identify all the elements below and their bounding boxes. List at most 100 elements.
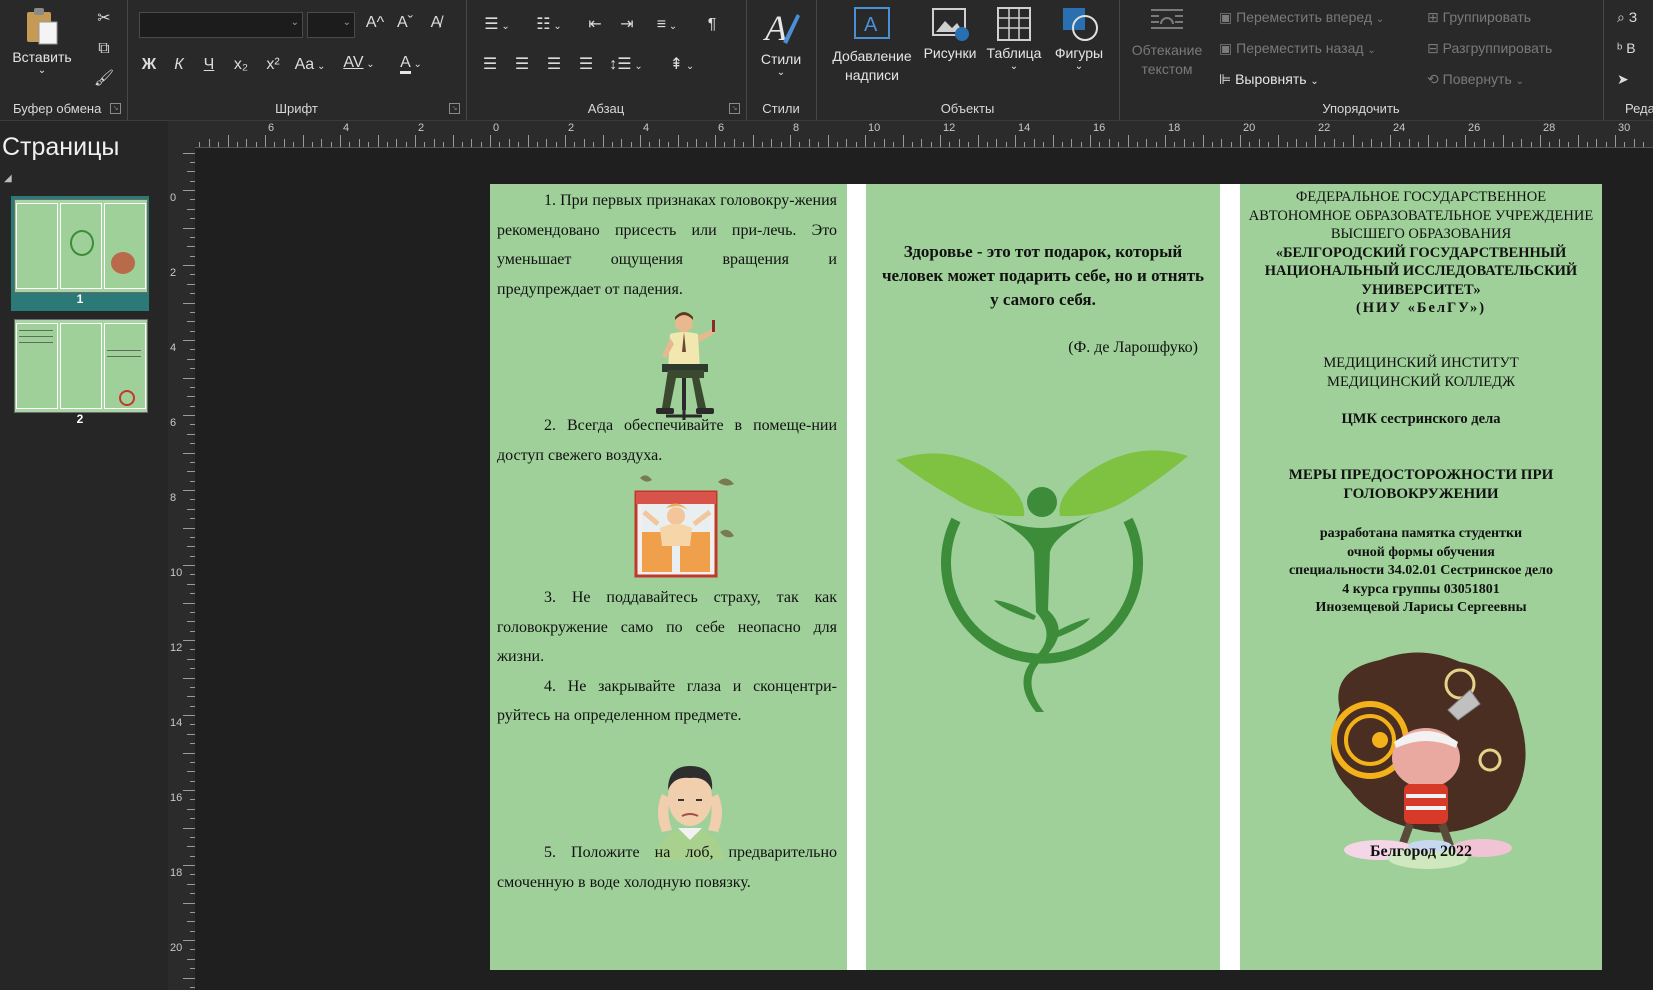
clear-format-icon[interactable]: A̸ bbox=[423, 12, 449, 34]
textbox-button[interactable]: A Добавление надписи bbox=[826, 6, 918, 85]
ruler-tick bbox=[183, 790, 195, 791]
font-size-combo[interactable]: ⌄ bbox=[307, 12, 355, 38]
ruler-label: 2 bbox=[418, 122, 425, 134]
shrink-font-button[interactable]: Aˇ bbox=[392, 12, 418, 34]
group-button[interactable]: ⊞ Группировать bbox=[1427, 6, 1597, 28]
font-launcher-icon[interactable]: ↘ bbox=[449, 103, 460, 114]
ruler-tick bbox=[1427, 135, 1429, 147]
author-line-3: специальности 34.02.01 Сестринское дело bbox=[1288, 563, 1554, 578]
copy-icon[interactable]: ⧉ bbox=[92, 38, 116, 60]
ruler-tick bbox=[1530, 142, 1532, 147]
bring-forward-button[interactable]: ▣ Переместить вперед ⌄ bbox=[1219, 6, 1419, 31]
columns-icon[interactable]: ≡ ⌄ bbox=[648, 14, 686, 38]
ruler-tick bbox=[187, 958, 195, 960]
line-spacing-icon[interactable]: ↕☰ ⌄ bbox=[606, 54, 646, 78]
page-number-2: 2 bbox=[76, 412, 84, 426]
grow-font-button[interactable]: A^ bbox=[362, 12, 388, 34]
ruler-tick bbox=[1502, 135, 1504, 147]
wrap-text-button[interactable]: Обтекание текстом bbox=[1127, 6, 1207, 79]
bold-button[interactable]: Ж bbox=[137, 54, 161, 76]
ruler-tick bbox=[187, 508, 195, 510]
format-painter-icon[interactable]: 🖌 bbox=[92, 68, 116, 90]
brochure-middle-panel[interactable]: Здоровье - это тот подарок, который чело… bbox=[866, 184, 1220, 970]
ruler-label: 6 bbox=[718, 122, 725, 134]
ruler-tick bbox=[574, 142, 576, 147]
ruler-tick bbox=[649, 142, 651, 147]
align-left-icon[interactable]: ☰ bbox=[478, 54, 502, 76]
collapse-triangle-icon[interactable]: ◢ bbox=[4, 173, 12, 184]
table-button[interactable]: Таблица ⌄ bbox=[982, 6, 1046, 72]
ruler-tick bbox=[771, 139, 773, 147]
horizontal-ruler[interactable]: 6 4 2 0 2 4 6 8 10 12 14 16 18 20 22 24 26 28 30 bbox=[195, 121, 1653, 148]
author-line-2: очной формы обучения bbox=[1347, 544, 1495, 560]
ruler-tick bbox=[190, 368, 195, 370]
ruler-tick bbox=[386, 142, 388, 147]
brochure-right-panel[interactable]: ФЕДЕРАЛЬНОЕ ГОСУДАРСТВЕННОЕ АВТОНОМНОЕ О… bbox=[1240, 184, 1602, 970]
italic-button[interactable]: К bbox=[167, 54, 191, 76]
ruler-tick bbox=[190, 686, 195, 688]
align-center-icon[interactable]: ☰ bbox=[510, 54, 534, 76]
page-thumbnail-1-selected[interactable]: 1 bbox=[11, 196, 149, 311]
select-button[interactable]: ➤ bbox=[1617, 68, 1653, 90]
change-case-button[interactable]: Aa ⌄ bbox=[291, 54, 329, 78]
ruler-tick bbox=[187, 771, 195, 773]
brochure-title: МЕРЫ ПРЕДОСТОРОЖНОСТИ ПРИ ГОЛОВОКРУЖЕНИИ bbox=[1288, 467, 1554, 502]
underline-button[interactable]: Ч bbox=[197, 54, 221, 76]
vertical-ruler[interactable]: 0 2 4 6 8 10 12 14 16 18 20 bbox=[168, 147, 195, 990]
justify-icon[interactable]: ☰ bbox=[574, 54, 598, 76]
bullets-icon[interactable]: ☰ ⌄ bbox=[478, 14, 516, 38]
superscript-button[interactable]: x² bbox=[259, 54, 287, 76]
ruler-tick bbox=[1586, 142, 1588, 147]
ruler-tick bbox=[190, 593, 195, 595]
ruler-tick bbox=[940, 135, 941, 147]
pilcrow-icon[interactable]: ¶ bbox=[700, 14, 724, 36]
ruler-tick bbox=[490, 135, 491, 147]
ruler-tick bbox=[199, 142, 201, 147]
ruler-tick bbox=[640, 135, 641, 147]
numbering-icon[interactable]: ☷ ⌄ bbox=[530, 14, 568, 38]
ruler-tick bbox=[183, 227, 195, 229]
ruler-label: 4 bbox=[170, 342, 177, 354]
clipboard-launcher-icon[interactable]: ↘ bbox=[110, 103, 121, 114]
document-page[interactable]: 1. При первых признаках головокру-жения … bbox=[490, 184, 1602, 970]
replace-button[interactable]: ᵇ В bbox=[1617, 37, 1653, 59]
paragraph-spacing-icon[interactable]: ⇞ ⌄ bbox=[662, 54, 702, 78]
ruler-tick bbox=[190, 668, 195, 670]
ruler-tick bbox=[968, 142, 970, 147]
styles-button[interactable]: A Стили ⌄ bbox=[750, 6, 812, 78]
subscript-button[interactable]: x₂ bbox=[227, 54, 255, 76]
ruler-tick bbox=[1315, 135, 1316, 147]
ruler-tick bbox=[190, 255, 195, 257]
thumb-no-sign-icon bbox=[119, 390, 135, 406]
ruler-tick bbox=[1643, 142, 1645, 147]
decrease-indent-icon[interactable]: ⇤ bbox=[582, 14, 608, 36]
align-right-icon[interactable]: ☰ bbox=[542, 54, 566, 76]
page-thumbnail-2-item[interactable]: 2 bbox=[11, 316, 149, 431]
ruler-tick bbox=[686, 142, 688, 147]
find-button[interactable]: ⌕ З bbox=[1617, 6, 1653, 28]
ruler-tick bbox=[183, 152, 195, 154]
ungroup-icon: ⊟ bbox=[1427, 40, 1439, 56]
rotate-button[interactable]: ⟲ Повернуть ⌄ bbox=[1427, 68, 1597, 93]
thumb-image-icon bbox=[111, 252, 135, 274]
ruler-tick bbox=[187, 246, 195, 248]
font-color-button[interactable]: A ⌄ bbox=[391, 52, 431, 76]
paste-button[interactable]: Вставить ⌄ bbox=[10, 6, 74, 76]
pictures-button[interactable]: Рисунки bbox=[918, 6, 982, 61]
paragraph-launcher-icon[interactable]: ↘ bbox=[729, 103, 740, 114]
char-spacing-button[interactable]: AV ⌄ bbox=[339, 52, 379, 76]
align-button[interactable]: ⊫ Выровнять ⌄ bbox=[1219, 68, 1419, 93]
ruler-tick bbox=[1596, 139, 1598, 147]
font-family-combo[interactable]: ⌄ bbox=[139, 12, 303, 38]
cut-icon[interactable]: ✂ bbox=[92, 8, 116, 30]
shapes-button[interactable]: Фигуры ⌄ bbox=[1046, 6, 1112, 72]
brochure-left-panel[interactable]: 1. При первых признаках головокру-жения … bbox=[490, 184, 847, 970]
ungroup-button[interactable]: ⊟ Разгруппировать bbox=[1427, 37, 1597, 59]
ruler-tick bbox=[555, 142, 557, 147]
health-quote: Здоровье - это тот подарок, который чело… bbox=[881, 242, 1205, 309]
arrange-label: Упорядочить bbox=[1322, 101, 1400, 116]
ruler-tick bbox=[183, 640, 195, 641]
increase-indent-icon[interactable]: ⇥ bbox=[614, 14, 640, 36]
send-backward-button[interactable]: ▣ Переместить назад ⌄ bbox=[1219, 37, 1419, 62]
ruler-tick bbox=[187, 396, 195, 398]
